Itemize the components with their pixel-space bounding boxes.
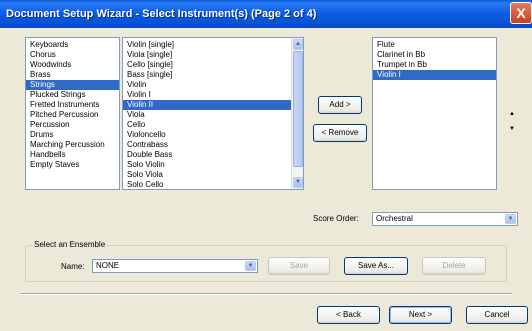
scroll-thumb[interactable] <box>293 51 303 167</box>
dropdown-arrow-icon[interactable]: ▼ <box>505 214 516 224</box>
instrument-list-items: Violin [single] Viola [single] Cello [sing… <box>123 40 303 189</box>
instrument-item[interactable]: Viola [single] <box>123 50 303 60</box>
score-order-select[interactable]: Orchestral ▼ <box>372 212 518 226</box>
selected-instrument-item[interactable]: Flute <box>373 40 496 50</box>
back-button[interactable]: < Back <box>317 306 380 324</box>
instrument-item[interactable]: Violin <box>123 80 303 90</box>
instrument-list-scrollbar[interactable]: ▲ ▼ <box>291 38 303 189</box>
instrument-item[interactable]: Bass [single] <box>123 70 303 80</box>
instrument-family-item[interactable]: Fretted Instruments <box>26 100 119 110</box>
instrument-item[interactable]: Solo Viola <box>123 170 303 180</box>
instrument-item[interactable]: Viola <box>123 110 303 120</box>
instrument-item[interactable]: Solo Cello <box>123 180 303 189</box>
ensemble-name-label: Name: <box>61 262 85 271</box>
instrument-item[interactable]: Cello [single] <box>123 60 303 70</box>
score-order-value: Orchestral <box>376 214 413 223</box>
selected-instrument-item[interactable]: Clarinet in Bb <box>373 50 496 60</box>
instrument-family-item[interactable]: Strings <box>26 80 119 90</box>
ensemble-name-select[interactable]: NONE ▼ <box>92 259 258 273</box>
title-bar[interactable]: Document Setup Wizard - Select Instrumen… <box>0 0 532 28</box>
instrument-family-item[interactable]: Empty Staves <box>26 160 119 170</box>
ensemble-name-value: NONE <box>96 261 120 270</box>
instrument-family-item[interactable]: Woodwinds <box>26 60 119 70</box>
scroll-down-arrow-icon[interactable]: ▼ <box>293 177 303 188</box>
wizard-window: Document Setup Wizard - Select Instrumen… <box>0 0 532 331</box>
instrument-family-item[interactable]: Marching Percussion <box>26 140 119 150</box>
instrument-item[interactable]: Violoncello <box>123 130 303 140</box>
selected-instruments-list[interactable]: Flute Clarinet in Bb Trumpet in Bb Violin I <box>372 37 497 190</box>
next-button[interactable]: Next > <box>389 306 452 324</box>
instrument-family-item[interactable]: Handbells <box>26 150 119 160</box>
bottom-separator <box>20 293 512 295</box>
instrument-item[interactable]: Double Bass <box>123 150 303 160</box>
instrument-family-item[interactable]: Drums <box>26 130 119 140</box>
instrument-family-item[interactable]: Brass <box>26 70 119 80</box>
instrument-family-item[interactable]: Keyboards <box>26 40 119 50</box>
save-button[interactable]: Save <box>268 257 330 275</box>
delete-button[interactable]: Delete <box>422 257 486 275</box>
score-order-label: Score Order: <box>313 214 359 223</box>
cancel-button[interactable]: Cancel <box>466 306 528 324</box>
instrument-family-item[interactable]: Pitched Percussion <box>26 110 119 120</box>
close-button[interactable]: X <box>510 2 532 24</box>
selected-instrument-item[interactable]: Violin I <box>373 70 496 80</box>
add-button[interactable]: Add > <box>318 96 362 114</box>
instrument-family-item[interactable]: Chorus <box>26 50 119 60</box>
instrument-list[interactable]: Violin [single] Viola [single] Cello [sing… <box>122 37 304 190</box>
scroll-up-arrow-icon[interactable]: ▲ <box>293 39 303 50</box>
instrument-item[interactable]: Contrabass <box>123 140 303 150</box>
instrument-item[interactable]: Cello <box>123 120 303 130</box>
instrument-item[interactable]: Violin I <box>123 90 303 100</box>
remove-button[interactable]: < Remove <box>313 124 367 142</box>
instrument-item[interactable]: Solo Violin <box>123 160 303 170</box>
selected-instrument-item[interactable]: Trumpet in Bb <box>373 60 496 70</box>
instrument-item[interactable]: Violin [single] <box>123 40 303 50</box>
instrument-family-item[interactable]: Plucked Strings <box>26 90 119 100</box>
instrument-family-item[interactable]: Percussion <box>26 120 119 130</box>
instrument-family-list[interactable]: Keyboards Chorus Woodwinds Brass Strings Pluc… <box>25 37 120 190</box>
move-down-icon[interactable]: ▼ <box>508 125 516 133</box>
move-up-icon[interactable]: ▲ <box>508 110 516 118</box>
window-title: Document Setup Wizard - Select Instrumen… <box>6 8 317 20</box>
save-as-button[interactable]: Save As... <box>344 257 408 275</box>
ensemble-group-label: Select an Ensemble <box>32 240 108 249</box>
instrument-item[interactable]: Violin II <box>123 100 303 110</box>
dropdown-arrow-icon[interactable]: ▼ <box>245 261 256 271</box>
